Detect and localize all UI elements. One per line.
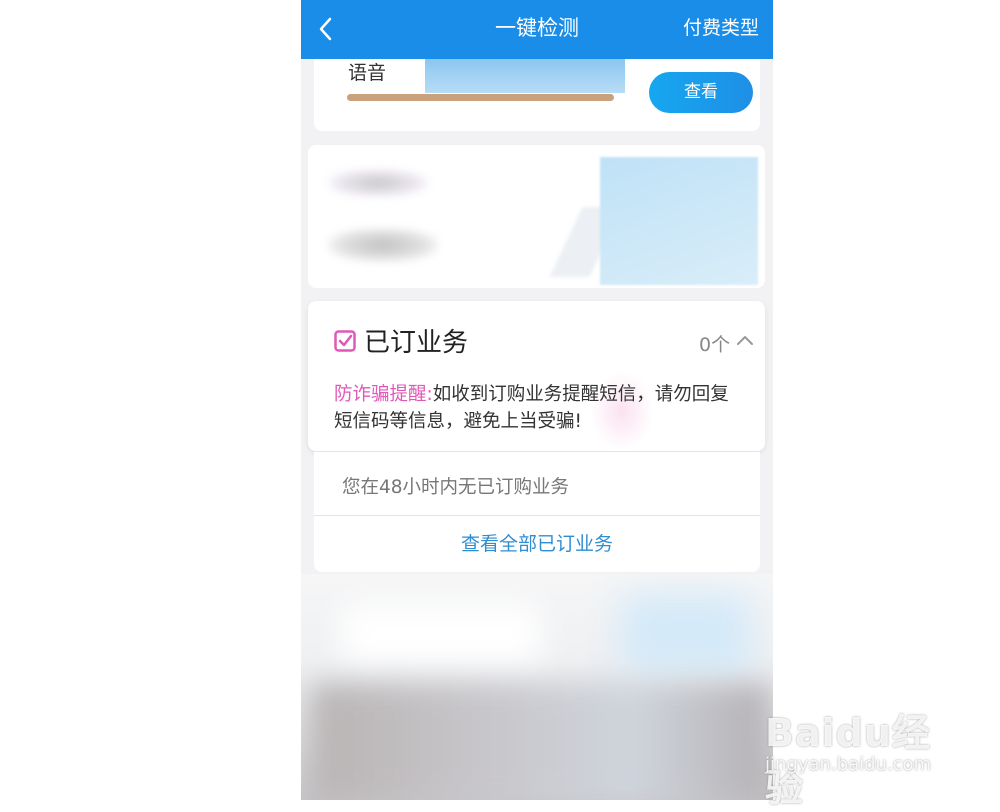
phone-screen: 一键检测 付费类型 语音 查看 已订业务 0个 防诈骗提醒:如收到订购业务提醒短… [301,0,773,800]
chevron-up-icon[interactable] [736,333,754,347]
watermark-url: jingyan.baidu.com [765,754,932,775]
subscribed-services-card: 已订业务 0个 防诈骗提醒:如收到订购业务提醒短信，请勿回复短信码等信息，避免上… [308,301,765,451]
view-all-subscriptions-link[interactable]: 查看全部已订业务 [314,516,760,572]
blur-highlight [341,604,541,664]
fraud-warning: 防诈骗提醒:如收到订购业务提醒短信，请勿回复短信码等信息，避免上当受骗! [334,381,744,435]
baidu-watermark: Baidu经验 jingyan.baidu.com [765,688,955,810]
empty-state-text: 您在48小时内无已订购业务 [342,477,570,498]
voice-usage-bar [347,94,614,101]
section-title: 已订业务 [364,328,469,358]
subscribed-count[interactable]: 0个 [699,330,730,357]
blurred-bottom-area [301,574,773,800]
subscribed-list-card: 您在48小时内无已订购业务 查看全部已订业务 [314,452,760,572]
voice-label: 语音 [348,62,387,84]
blurred-voice-value [425,59,625,93]
blurred-text [328,228,438,262]
app-header: 一键检测 付费类型 [301,0,773,59]
warning-label: 防诈骗提醒: [334,384,433,405]
blurred-banner-card[interactable] [308,145,765,288]
fee-type-button[interactable]: 付费类型 [683,0,759,59]
checkbox-icon [334,330,356,352]
blurred-image [600,157,758,285]
view-button[interactable]: 查看 [649,72,753,113]
blur-dark-band [311,684,771,800]
blur-blue-patch [621,594,751,674]
voice-card: 语音 查看 [314,59,760,131]
blurred-text [328,169,428,197]
